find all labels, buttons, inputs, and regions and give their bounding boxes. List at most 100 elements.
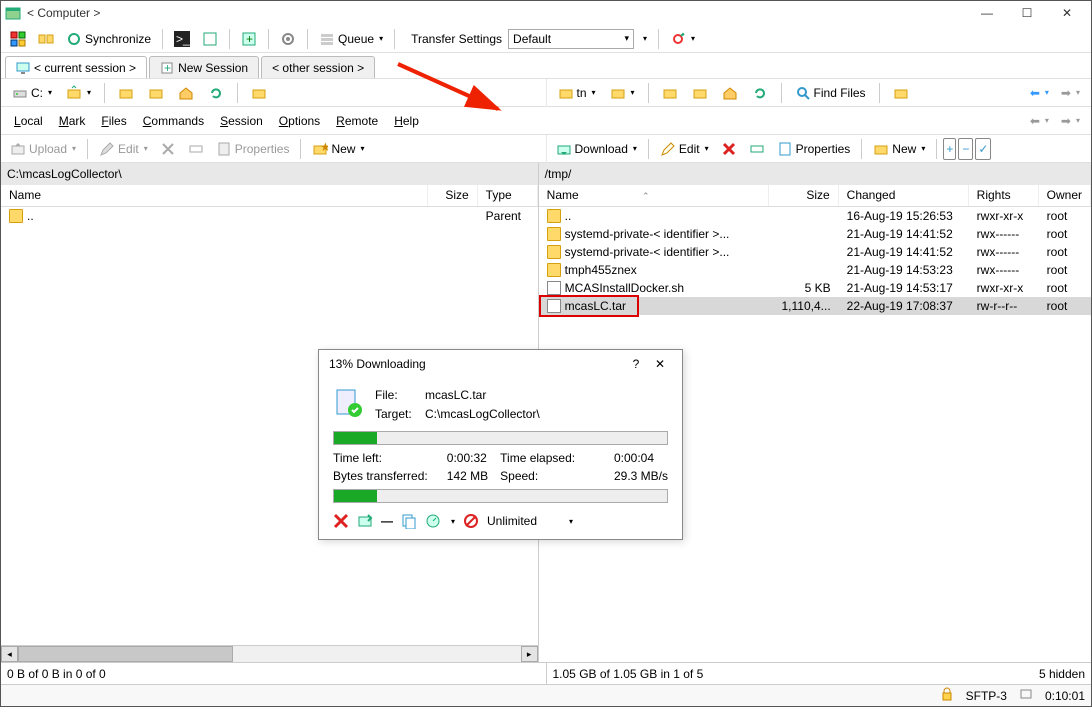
unlimited-menu[interactable]: ▾ bbox=[569, 517, 573, 526]
btn-sync-dirs[interactable] bbox=[33, 28, 59, 50]
nav-fwd-l[interactable]: ➡▾ bbox=[1056, 110, 1085, 132]
menu-remote[interactable]: Remote bbox=[329, 111, 385, 131]
btn-home-r[interactable] bbox=[717, 82, 743, 104]
status-left: 0 B of 0 B in 0 of 0 bbox=[1, 663, 547, 684]
menu-commands[interactable]: Commands bbox=[136, 111, 211, 131]
nav-fwd-r[interactable]: ➡▾ bbox=[1056, 82, 1085, 104]
tab-current-session[interactable]: < current session > bbox=[5, 56, 147, 78]
close-button[interactable]: ✕ bbox=[1047, 2, 1087, 24]
btn-putty[interactable] bbox=[197, 28, 223, 50]
row-rights: rwx------ bbox=[969, 227, 1039, 241]
btn-edit-l[interactable]: Edit▾ bbox=[94, 138, 153, 160]
btn-props-l[interactable]: Properties bbox=[211, 138, 295, 160]
transfer-settings-combo[interactable]: Default▾ bbox=[508, 29, 634, 49]
btn-reconnect[interactable]: ▾ bbox=[665, 28, 700, 50]
nav-back-l[interactable]: ⬅▾ bbox=[1025, 110, 1054, 132]
list-item[interactable]: .. Parent bbox=[1, 207, 538, 225]
drive-select[interactable]: C: ▾ bbox=[7, 82, 57, 104]
props-l-label: Properties bbox=[235, 142, 290, 156]
menu-session[interactable]: Session bbox=[213, 111, 270, 131]
btn-download[interactable]: Download▾ bbox=[551, 138, 642, 160]
edit-r-label: Edit bbox=[679, 142, 700, 156]
btn-add-session[interactable]: + bbox=[236, 28, 262, 50]
menu-options[interactable]: Options bbox=[272, 111, 327, 131]
btn-minus[interactable]: − bbox=[958, 138, 973, 160]
dialog-close[interactable]: ✕ bbox=[648, 357, 672, 371]
col-type-l[interactable]: Type bbox=[478, 185, 538, 206]
table-row[interactable]: tmph455znex21-Aug-19 14:53:23rwx------ro… bbox=[539, 261, 1091, 279]
menu-files[interactable]: Files bbox=[94, 111, 133, 131]
menu-mark[interactable]: Mark bbox=[52, 111, 93, 131]
local-hscroll[interactable]: ◂▸ bbox=[1, 645, 538, 662]
cancel-transfer-button[interactable] bbox=[333, 513, 349, 529]
bytes-label: Bytes transferred: bbox=[333, 469, 435, 483]
btn-bookmark-l[interactable] bbox=[246, 82, 272, 104]
maximize-button[interactable]: ☐ bbox=[1007, 2, 1047, 24]
col-name-l[interactable]: Name bbox=[1, 185, 428, 206]
table-row[interactable]: systemd-private-< identifier >...21-Aug-… bbox=[539, 225, 1091, 243]
col-changed-r[interactable]: Changed bbox=[839, 185, 969, 206]
app-icon bbox=[5, 5, 21, 21]
btn-home-l[interactable] bbox=[173, 82, 199, 104]
btn-synchronize[interactable]: Synchronize bbox=[61, 28, 156, 50]
btn-rename-r[interactable] bbox=[744, 138, 770, 160]
col-size-r[interactable]: Size bbox=[769, 185, 839, 206]
row-name: tmph455znex bbox=[565, 263, 637, 277]
col-rights-r[interactable]: Rights bbox=[969, 185, 1039, 206]
btn-fwd-r[interactable] bbox=[687, 82, 713, 104]
btn-delete-r[interactable] bbox=[716, 138, 742, 160]
btn-props-r[interactable]: Properties bbox=[772, 138, 856, 160]
btn-refresh-l[interactable] bbox=[203, 82, 229, 104]
row-owner: root bbox=[1039, 281, 1091, 295]
btn-parent-r[interactable]: ▾ bbox=[605, 82, 640, 104]
btn-findfiles[interactable]: Find Files bbox=[790, 82, 871, 104]
menu-local[interactable]: Local bbox=[7, 111, 50, 131]
minimize-transfer-button[interactable]: — bbox=[381, 514, 393, 528]
row-rights: rwx------ bbox=[969, 263, 1039, 277]
highlight-box bbox=[539, 295, 639, 317]
status-bar: 0 B of 0 B in 0 of 0 1.05 GB of 1.05 GB … bbox=[1, 662, 1091, 684]
row-size: 1,110,4... bbox=[769, 299, 839, 313]
btn-refresh-r[interactable] bbox=[747, 82, 773, 104]
elapsed-label: Time elapsed: bbox=[500, 451, 602, 465]
speed-menu[interactable]: ▾ bbox=[451, 517, 455, 526]
speed-button[interactable] bbox=[425, 513, 441, 529]
btn-transfer-edit[interactable]: ▾ bbox=[636, 28, 652, 50]
elapsed-value: 0:00:04 bbox=[614, 451, 668, 465]
background-transfer-button[interactable] bbox=[357, 513, 373, 529]
tab-new-session[interactable]: +New Session bbox=[149, 56, 259, 78]
remote-dir-select[interactable]: tn ▾ bbox=[553, 82, 601, 104]
btn-edit-r[interactable]: Edit▾ bbox=[655, 138, 714, 160]
btn-console[interactable]: >_ bbox=[169, 28, 195, 50]
btn-new-l[interactable]: ★New▾ bbox=[307, 138, 369, 160]
tab-other-session[interactable]: < other session > bbox=[261, 56, 375, 78]
btn-plus[interactable]: + bbox=[943, 138, 956, 160]
nav-back-r[interactable]: ⬅▾ bbox=[1025, 82, 1054, 104]
btn-compare[interactable] bbox=[5, 28, 31, 50]
col-size-l[interactable]: Size bbox=[428, 185, 478, 206]
btn-back-r[interactable] bbox=[657, 82, 683, 104]
btn-check[interactable]: ✓ bbox=[975, 138, 991, 160]
btn-bookmark-r[interactable] bbox=[888, 82, 914, 104]
col-owner-r[interactable]: Owner bbox=[1039, 185, 1091, 206]
btn-fwd-l[interactable] bbox=[143, 82, 169, 104]
btn-rename-l[interactable] bbox=[183, 138, 209, 160]
target-label: Target: bbox=[375, 407, 425, 423]
col-name-r[interactable]: Name ⌃ bbox=[539, 185, 769, 206]
btn-queue[interactable]: Queue▾ bbox=[314, 28, 388, 50]
table-row[interactable]: systemd-private-< identifier >...21-Aug-… bbox=[539, 243, 1091, 261]
copy-button[interactable] bbox=[401, 513, 417, 529]
session-tabs: < current session > +New Session < other… bbox=[1, 53, 1091, 79]
btn-delete-l[interactable] bbox=[155, 138, 181, 160]
btn-parent-l[interactable]: ▾ bbox=[61, 82, 96, 104]
lock-icon bbox=[940, 687, 954, 704]
btn-new-r[interactable]: New▾ bbox=[868, 138, 930, 160]
btn-back-l[interactable] bbox=[113, 82, 139, 104]
minimize-button[interactable]: — bbox=[967, 2, 1007, 24]
btn-settings[interactable] bbox=[275, 28, 301, 50]
edit-l-label: Edit bbox=[118, 142, 139, 156]
btn-upload[interactable]: Upload▾ bbox=[5, 138, 81, 160]
table-row[interactable]: ..16-Aug-19 15:26:53rwxr-xr-xroot bbox=[539, 207, 1091, 225]
menu-help[interactable]: Help bbox=[387, 111, 426, 131]
dialog-help[interactable]: ? bbox=[624, 357, 648, 371]
